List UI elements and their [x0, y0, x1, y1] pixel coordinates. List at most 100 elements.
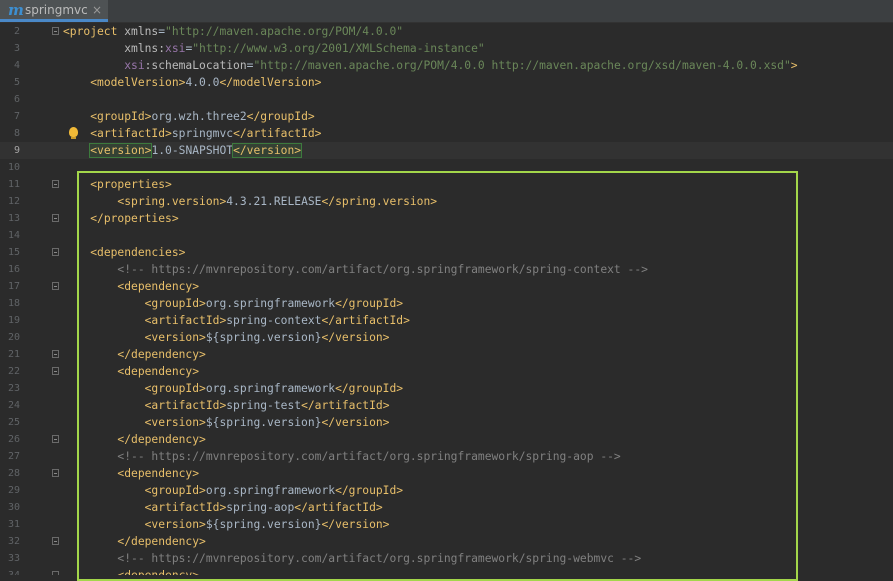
line-number: 11	[7, 179, 20, 190]
code-text: </properties>	[90, 212, 179, 225]
fold-marker-icon[interactable]	[52, 571, 59, 575]
line-number: 7	[13, 111, 20, 122]
code-editor[interactable]: 2 <project xmlns="http://maven.apache.org…	[0, 23, 893, 575]
code-line[interactable]: 26 </dependency>	[0, 431, 893, 448]
fold-marker-icon[interactable]	[52, 180, 59, 188]
fold-marker-icon[interactable]	[52, 350, 59, 358]
close-icon[interactable]: ×	[92, 3, 102, 17]
line-number: 10	[7, 162, 20, 173]
code-line[interactable]: 5 <modelVersion>4.0.0</modelVersion>	[0, 74, 893, 91]
code-line[interactable]: 22 <dependency>	[0, 363, 893, 380]
code-text: <artifactId>springmvc</artifactId>	[90, 127, 322, 140]
code-text: <groupId>org.springframework</groupId>	[144, 382, 404, 395]
line-number: 23	[7, 383, 20, 394]
line-number: 31	[7, 519, 20, 530]
code-line[interactable]: 24 <artifactId>spring-test</artifactId>	[0, 397, 893, 414]
code-text: <artifactId>spring-context</artifactId>	[144, 314, 410, 327]
line-number: 8	[13, 128, 20, 139]
code-text: </dependency>	[117, 348, 206, 361]
fold-marker-icon[interactable]	[52, 214, 59, 222]
line-number: 34	[0, 567, 20, 575]
code-text: <!-- https://mvnrepository.com/artifact/…	[117, 552, 642, 565]
line-number: 5	[13, 77, 20, 88]
fold-marker-icon[interactable]	[52, 367, 59, 375]
code-line[interactable]: 14	[0, 227, 893, 244]
code-text: <modelVersion>4.0.0</modelVersion>	[90, 76, 322, 89]
fold-marker-icon[interactable]	[52, 27, 59, 35]
code-line[interactable]: 34 <dependency>	[0, 567, 893, 575]
fold-marker-icon[interactable]	[52, 537, 59, 545]
line-number: 28	[7, 468, 20, 479]
code-text: <properties>	[90, 178, 172, 191]
code-text: <groupId>org.springframework</groupId>	[144, 484, 404, 497]
code-line[interactable]: 4 xsi:schemaLocation="http://maven.apach…	[0, 57, 893, 74]
code-line[interactable]: 10	[0, 159, 893, 176]
line-number: 17	[7, 281, 20, 292]
code-line[interactable]: 11 <properties>	[0, 176, 893, 193]
line-number: 18	[7, 298, 20, 309]
line-number: 27	[7, 451, 20, 462]
code-text: <artifactId>spring-aop</artifactId>	[144, 501, 383, 514]
code-line[interactable]: 2 <project xmlns="http://maven.apache.org…	[0, 23, 893, 40]
code-text: </dependency>	[117, 433, 206, 446]
code-line[interactable]: 12 <spring.version>4.3.21.RELEASE</sprin…	[0, 193, 893, 210]
code-line[interactable]: 8 <artifactId>springmvc</artifactId>	[0, 125, 893, 142]
code-line[interactable]: 28 <dependency>	[0, 465, 893, 482]
tab-label: springmvc	[25, 3, 88, 17]
line-number: 2	[13, 26, 20, 37]
code-line[interactable]: 33 <!-- https://mvnrepository.com/artifa…	[0, 550, 893, 567]
line-number: 16	[7, 264, 20, 275]
fold-marker-icon[interactable]	[52, 469, 59, 477]
code-line[interactable]: 19 <artifactId>spring-context</artifactI…	[0, 312, 893, 329]
line-number: 24	[7, 400, 20, 411]
fold-marker-icon[interactable]	[52, 435, 59, 443]
code-text: <!-- https://mvnrepository.com/artifact/…	[117, 450, 621, 463]
code-line[interactable]: 6	[0, 91, 893, 108]
code-line[interactable]: 3 xmlns:xsi="http://www.w3.org/2001/XMLS…	[0, 40, 893, 57]
code-text: <dependency>	[117, 467, 200, 480]
code-line[interactable]: 21 </dependency>	[0, 346, 893, 363]
line-number: 15	[7, 247, 20, 258]
line-number: 30	[7, 502, 20, 513]
line-number: 12	[7, 196, 20, 207]
code-text: </dependency>	[117, 535, 206, 548]
code-line[interactable]: 25 <version>${spring.version}</version>	[0, 414, 893, 431]
line-number: 26	[7, 434, 20, 445]
fold-marker-icon[interactable]	[52, 248, 59, 256]
code-line[interactable]: 7 <groupId>org.wzh.three2</groupId>	[0, 108, 893, 125]
code-line[interactable]: 23 <groupId>org.springframework</groupId…	[0, 380, 893, 397]
code-line[interactable]: 31 <version>${spring.version}</version>	[0, 516, 893, 533]
line-number: 3	[13, 43, 20, 54]
code-line[interactable]: 29 <groupId>org.springframework</groupId…	[0, 482, 893, 499]
code-line[interactable]: 17 <dependency>	[0, 278, 893, 295]
line-number: 20	[7, 332, 20, 343]
line-number: 22	[7, 366, 20, 377]
code-text: <version>${spring.version}</version>	[144, 416, 390, 429]
code-text: <groupId>org.wzh.three2</groupId>	[90, 110, 315, 123]
code-line[interactable]: 15 <dependencies>	[0, 244, 893, 261]
code-line[interactable]: 30 <artifactId>spring-aop</artifactId>	[0, 499, 893, 516]
line-number: 19	[7, 315, 20, 326]
line-number: 29	[7, 485, 20, 496]
code-text: <dependency>	[117, 280, 200, 293]
line-number: 21	[7, 349, 20, 360]
code-line[interactable]: 16 <!-- https://mvnrepository.com/artifa…	[0, 261, 893, 278]
code-text: <artifactId>spring-test</artifactId>	[144, 399, 390, 412]
code-text: <version>1.0-SNAPSHOT</version>	[89, 143, 303, 158]
tab-springmvc[interactable]: m springmvc ×	[0, 0, 108, 22]
line-number: 6	[13, 94, 20, 105]
code-line[interactable]: 20 <version>${spring.version}</version>	[0, 329, 893, 346]
code-line[interactable]: 9 <version>1.0-SNAPSHOT</version>	[0, 142, 893, 159]
line-number: 14	[7, 230, 20, 241]
code-text: <!-- https://mvnrepository.com/artifact/…	[117, 263, 648, 276]
code-text: <version>${spring.version}</version>	[144, 331, 390, 344]
editor-tab-bar: m springmvc ×	[0, 0, 893, 23]
code-text: <dependency>	[63, 567, 199, 575]
maven-m-icon: m	[8, 1, 24, 19]
code-line[interactable]: 27 <!-- https://mvnrepository.com/artifa…	[0, 448, 893, 465]
line-number: 32	[7, 536, 20, 547]
code-line[interactable]: 18 <groupId>org.springframework</groupId…	[0, 295, 893, 312]
fold-marker-icon[interactable]	[52, 282, 59, 290]
code-line[interactable]: 13 </properties>	[0, 210, 893, 227]
code-line[interactable]: 32 </dependency>	[0, 533, 893, 550]
